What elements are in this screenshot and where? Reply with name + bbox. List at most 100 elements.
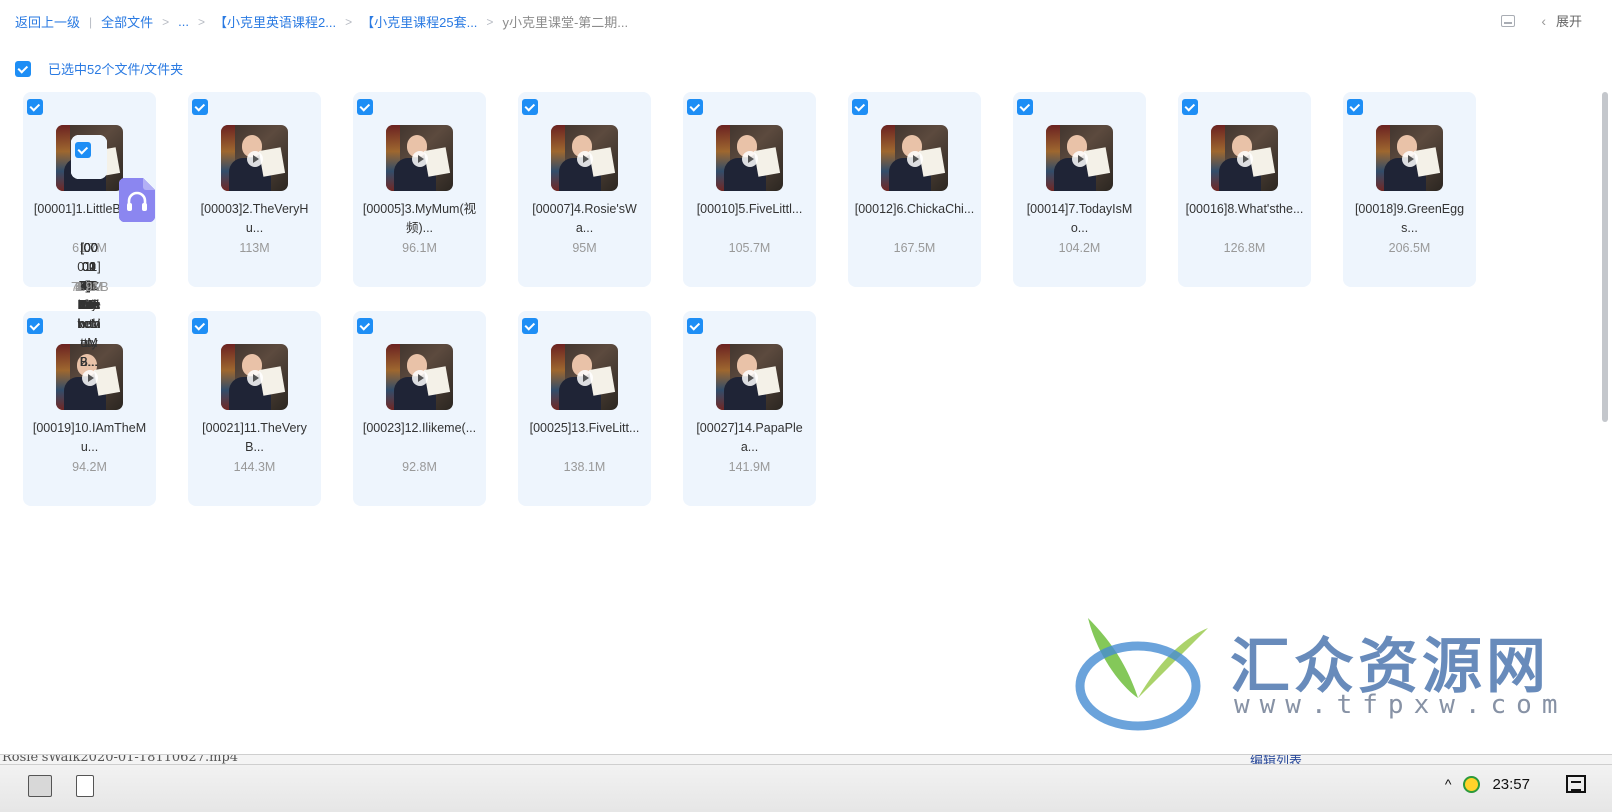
- video-thumbnail: [386, 125, 453, 191]
- file-size: 92.8M: [402, 460, 437, 474]
- watermark-url: www.tfpxw.com: [1234, 690, 1568, 720]
- file-name: [00027]14.PapaPlea...: [696, 421, 803, 454]
- file-name: [00016]8.What'sthe...: [1185, 202, 1304, 216]
- file-checkbox[interactable]: [522, 318, 538, 334]
- file-name: [00005]3.MyMum(视频)...: [362, 202, 477, 235]
- file-checkbox[interactable]: [192, 318, 208, 334]
- breadcrumb-folder-2[interactable]: 【小克里课程25套...: [361, 12, 477, 31]
- file-card[interactable]: [00025]13.FiveLitt... 138.1M: [518, 311, 651, 506]
- video-thumbnail: [221, 344, 288, 410]
- video-thumbnail: [551, 125, 618, 191]
- file-checkbox[interactable]: [192, 99, 208, 115]
- file-size: 144.3M: [233, 460, 276, 474]
- file-size: 206.5M: [1388, 241, 1431, 255]
- system-tray: ^ 23:57: [1445, 775, 1586, 793]
- selection-count-label: 已选中52个文件/文件夹: [48, 62, 184, 77]
- play-icon: [742, 151, 758, 167]
- play-icon: [742, 370, 758, 386]
- file-card[interactable]: [00012]6.ChickaChi... 167.5M: [848, 92, 981, 287]
- breadcrumb-chevron: >: [162, 14, 170, 29]
- breadcrumb-ellipsis[interactable]: ...: [178, 14, 189, 29]
- file-card[interactable]: [00005]3.MyMum(视频)... 96.1M: [353, 92, 486, 287]
- file-card[interactable]: [00010]5.FiveLittl... 105.7M: [683, 92, 816, 287]
- file-card[interactable]: [00027]14.PapaPlea... 141.9M: [683, 311, 816, 506]
- video-thumbnail: [221, 125, 288, 191]
- file-name: [00007]4.Rosie'sWa...: [532, 202, 637, 235]
- video-thumbnail: [386, 344, 453, 410]
- file-size: 105.7M: [728, 241, 771, 255]
- file-card[interactable]: [00018]9.GreenEggs... 206.5M: [1343, 92, 1476, 287]
- video-thumbnail: [551, 344, 618, 410]
- file-size: 126.8M: [1223, 241, 1266, 255]
- file-name: [00021]11.TheVeryB...: [202, 421, 307, 454]
- file-checkbox[interactable]: [27, 318, 43, 334]
- file-checkbox[interactable]: [522, 99, 538, 115]
- network-icon[interactable]: [1463, 775, 1481, 793]
- breadcrumb-separator: |: [89, 14, 93, 29]
- play-icon: [82, 370, 98, 386]
- play-icon: [412, 370, 428, 386]
- file-checkbox[interactable]: [357, 99, 373, 115]
- back-link[interactable]: 返回上一级: [15, 12, 80, 31]
- play-icon: [247, 151, 263, 167]
- clock[interactable]: 23:57: [1492, 776, 1530, 793]
- file-size: 113M: [239, 241, 270, 255]
- taskbar: ^ 23:57: [0, 764, 1612, 812]
- file-name: [00003]2.TheVeryHu...: [200, 202, 309, 235]
- select-all-checkbox[interactable]: [15, 60, 31, 77]
- file-card[interactable]: [00014]7.TodayIsMo... 104.2M: [1013, 92, 1146, 287]
- video-thumbnail: [716, 344, 783, 410]
- file-size: 141.9M: [728, 460, 771, 474]
- file-checkbox[interactable]: [357, 318, 373, 334]
- breadcrumb-current-folder: y小克里课堂-第二期...: [502, 15, 629, 30]
- file-name: [00023]12.Ilikeme(...: [362, 421, 477, 435]
- file-checkbox[interactable]: [687, 318, 703, 334]
- notepad-icon[interactable]: [76, 775, 94, 797]
- watermark: 汇众资源网 www.tfpxw.com: [1058, 598, 1558, 748]
- list-view-icon[interactable]: [1501, 14, 1516, 27]
- file-card[interactable]: [00021]11.TheVeryB... 144.3M: [188, 311, 321, 506]
- file-name: [00012]6.ChickaChi...: [854, 202, 975, 216]
- play-icon: [577, 151, 593, 167]
- file-checkbox[interactable]: [75, 142, 91, 158]
- vertical-scrollbar[interactable]: [1602, 92, 1608, 422]
- file-card[interactable]: [00016]8.What'sthe... 126.8M: [1178, 92, 1311, 287]
- taskbar-app-icon[interactable]: [28, 775, 52, 797]
- file-card[interactable]: [00007]4.Rosie'sWa... 95M: [518, 92, 651, 287]
- file-checkbox[interactable]: [687, 99, 703, 115]
- file-checkbox[interactable]: [27, 99, 43, 115]
- tray-expand-icon[interactable]: ^: [1445, 776, 1452, 792]
- breadcrumb-chevron: >: [486, 14, 494, 29]
- video-thumbnail: [881, 125, 948, 191]
- file-name: [00018]9.GreenEggs...: [1354, 202, 1465, 235]
- play-icon: [1402, 151, 1418, 167]
- file-card[interactable]: [00026]13.FiveLitt... 3.9M: [71, 135, 155, 350]
- audio-file-icon: [119, 178, 155, 222]
- file-checkbox[interactable]: [852, 99, 868, 115]
- video-thumbnail: [716, 125, 783, 191]
- file-checkbox[interactable]: [1347, 99, 1363, 115]
- play-icon: [1237, 151, 1253, 167]
- file-card[interactable]: [00003]2.TheVeryHu... 113M: [188, 92, 321, 287]
- file-name: [00014]7.TodayIsMo...: [1026, 202, 1133, 235]
- video-thumbnail: [1211, 125, 1278, 191]
- play-icon: [1072, 151, 1088, 167]
- play-icon: [577, 370, 593, 386]
- chevron-left-icon[interactable]: ‹: [1541, 13, 1546, 29]
- breadcrumb-folder-1[interactable]: 【小克里英语课程2...: [214, 12, 336, 31]
- file-checkbox[interactable]: [1182, 99, 1198, 115]
- expand-button[interactable]: 展开: [1556, 11, 1582, 30]
- breadcrumb: 返回上一级 | 全部文件 > ... > 【小克里英语课程2... > 【小克里…: [15, 12, 628, 31]
- file-card[interactable]: [00023]12.Ilikeme(... 92.8M: [353, 311, 486, 506]
- file-size: 94.2M: [72, 460, 107, 474]
- play-icon: [247, 370, 263, 386]
- video-thumbnail: [1376, 125, 1443, 191]
- watermark-text: 汇众资源网: [1230, 632, 1550, 702]
- view-tools: ‹ 展开: [1501, 11, 1582, 30]
- file-checkbox[interactable]: [1017, 99, 1033, 115]
- file-size: 3.9M: [75, 280, 103, 294]
- selection-bar: 已选中52个文件/文件夹: [15, 59, 183, 78]
- notification-icon[interactable]: [1566, 775, 1586, 793]
- breadcrumb-all-files[interactable]: 全部文件: [101, 12, 153, 31]
- file-size: 96.1M: [402, 241, 437, 255]
